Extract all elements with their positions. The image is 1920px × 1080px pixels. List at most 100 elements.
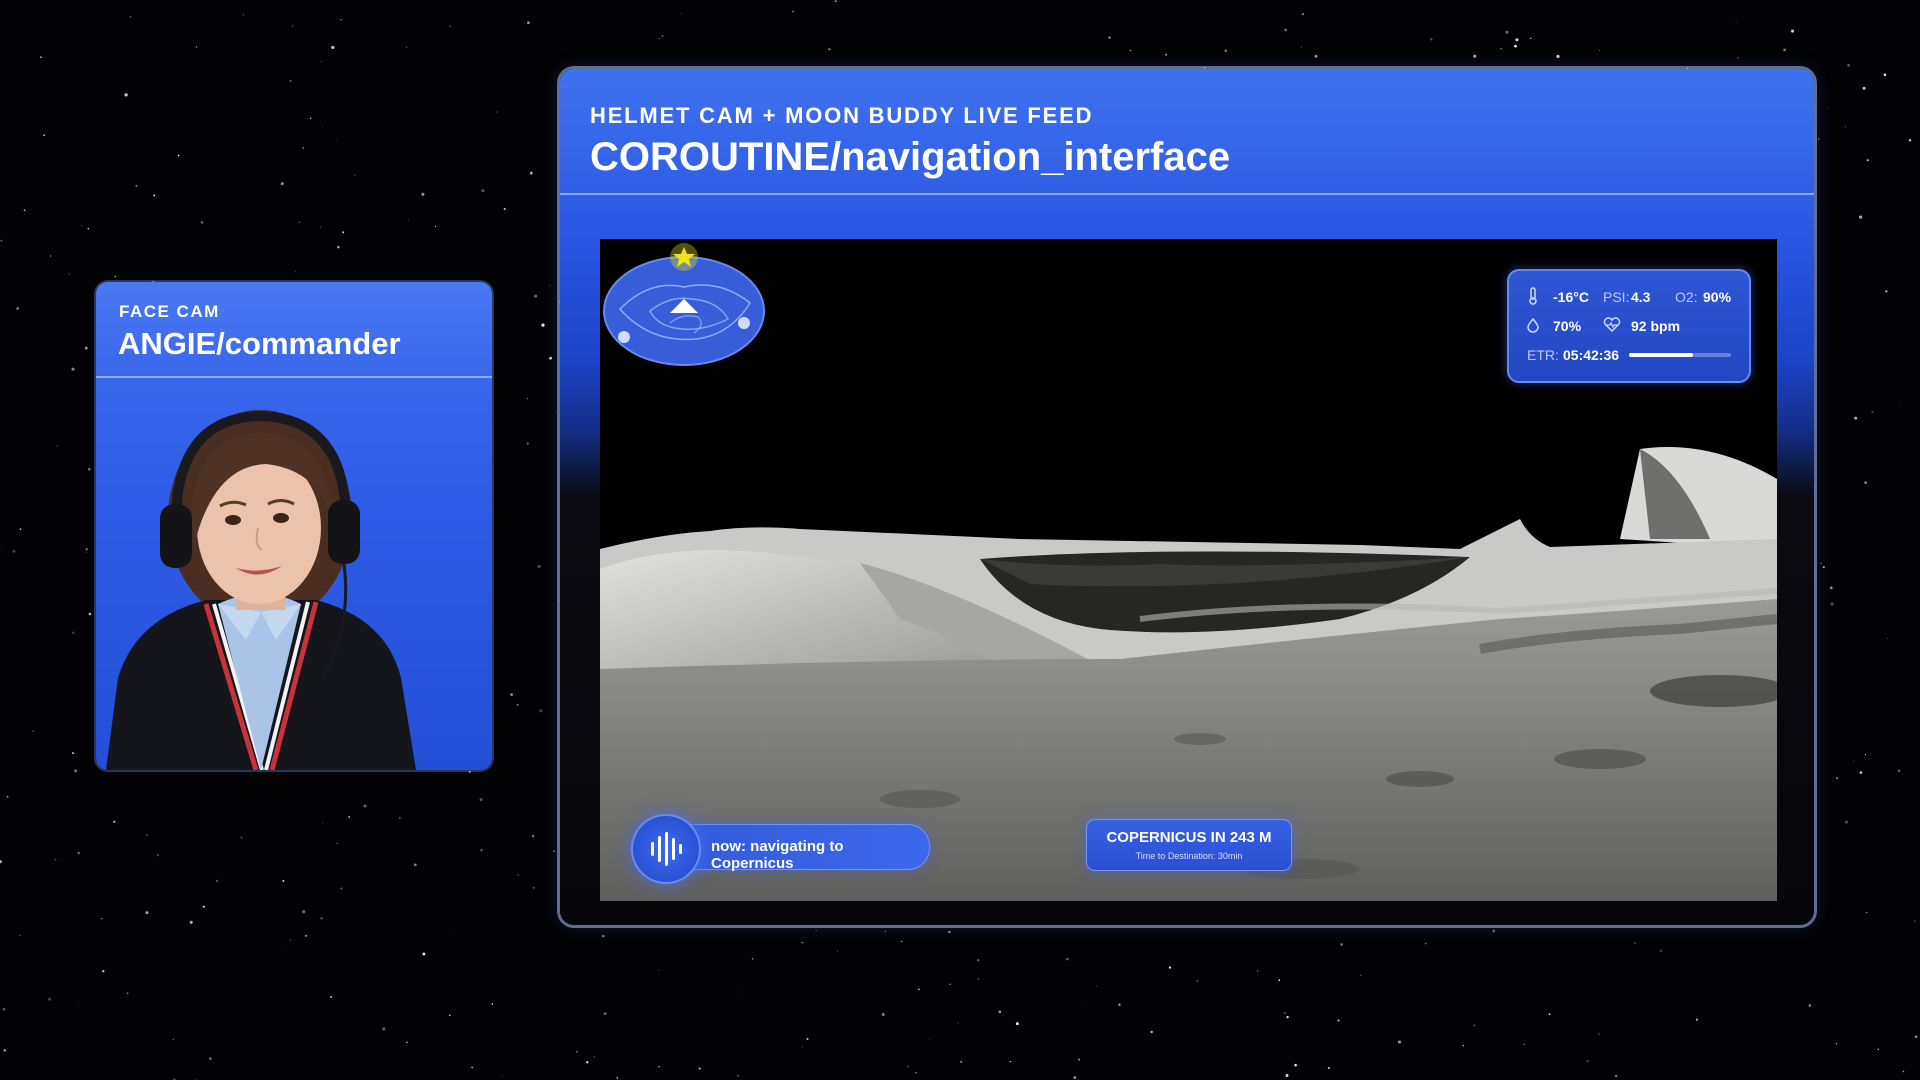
etr-progress-fill xyxy=(1629,353,1694,357)
star xyxy=(1327,1066,1330,1070)
voice-button[interactable] xyxy=(631,814,701,884)
star xyxy=(1902,1070,1905,1073)
star xyxy=(72,631,75,634)
star xyxy=(322,125,323,126)
star xyxy=(531,835,535,838)
star xyxy=(1866,911,1868,914)
star xyxy=(240,836,243,839)
star xyxy=(537,564,541,568)
star xyxy=(526,398,528,400)
star xyxy=(1118,1003,1121,1006)
heart-rate-value: 92 bpm xyxy=(1631,318,1681,334)
star xyxy=(337,245,340,249)
star xyxy=(77,851,80,855)
star xyxy=(593,1055,596,1058)
star xyxy=(1168,966,1172,969)
star xyxy=(146,834,148,837)
star xyxy=(292,25,294,27)
star xyxy=(189,920,193,924)
star xyxy=(422,952,426,956)
star xyxy=(124,93,128,97)
star xyxy=(1009,1060,1012,1063)
star xyxy=(172,1038,174,1040)
star xyxy=(1859,771,1863,774)
star xyxy=(539,709,543,713)
star xyxy=(918,988,920,991)
star xyxy=(1337,1019,1340,1022)
star xyxy=(50,255,51,257)
star xyxy=(1129,49,1132,52)
star xyxy=(1492,929,1496,933)
star xyxy=(481,189,485,193)
star xyxy=(681,12,682,14)
star xyxy=(1844,820,1849,824)
star xyxy=(948,930,951,934)
star xyxy=(1853,760,1855,762)
star xyxy=(1737,56,1739,59)
star xyxy=(1165,53,1168,56)
star xyxy=(449,25,451,27)
star xyxy=(928,1039,930,1040)
star xyxy=(998,1010,1002,1014)
star xyxy=(658,1066,660,1068)
o2-label: O2: xyxy=(1675,289,1698,305)
star xyxy=(603,1012,607,1016)
star xyxy=(1066,957,1069,961)
star xyxy=(3,1049,6,1052)
star xyxy=(289,80,292,82)
minimap[interactable] xyxy=(600,239,776,369)
star xyxy=(342,231,345,234)
star xyxy=(177,154,180,157)
star xyxy=(1073,1076,1077,1079)
star xyxy=(1659,949,1663,952)
star xyxy=(16,307,20,310)
star xyxy=(801,941,804,944)
star xyxy=(1278,979,1281,982)
star xyxy=(1830,586,1833,590)
star xyxy=(54,858,57,861)
face-cam-panel: FACE CAM ANGIE/commander xyxy=(96,282,492,770)
star xyxy=(1886,637,1888,639)
star xyxy=(549,356,552,360)
etr-value: 05:42:36 xyxy=(1563,347,1620,363)
star xyxy=(1430,38,1433,41)
star xyxy=(1286,1015,1289,1019)
star xyxy=(1586,1060,1589,1062)
star xyxy=(56,445,58,447)
star xyxy=(126,992,129,995)
star xyxy=(406,46,407,48)
star xyxy=(280,182,284,186)
destination-pill: COPERNICUS IN 243 M Time to Destination:… xyxy=(1086,819,1292,871)
audio-wave-icon xyxy=(651,832,682,866)
star xyxy=(421,192,425,196)
star xyxy=(802,1046,803,1048)
star xyxy=(1300,46,1302,48)
star xyxy=(1877,1048,1880,1051)
star xyxy=(1790,29,1795,33)
star xyxy=(1556,54,1560,58)
face-cam-tag: FACE CAM xyxy=(119,302,220,321)
star xyxy=(71,367,75,371)
thermometer-icon xyxy=(1529,287,1537,305)
star xyxy=(348,815,351,818)
star xyxy=(302,910,306,914)
humidity-value: 70% xyxy=(1553,318,1582,334)
star xyxy=(491,1003,494,1005)
star xyxy=(532,886,535,889)
star xyxy=(1256,970,1259,972)
star xyxy=(1523,1043,1525,1046)
star xyxy=(1530,37,1532,39)
star xyxy=(19,528,22,530)
star xyxy=(84,346,88,350)
star xyxy=(322,821,324,823)
star xyxy=(1015,1022,1019,1026)
live-feed-viewport: -16°C PSI: 4.3 O2: 90% 70% 92 bpm ETR: 0… xyxy=(600,239,1777,901)
star xyxy=(23,209,26,211)
star xyxy=(516,703,519,706)
star xyxy=(1598,1033,1600,1035)
star xyxy=(1224,49,1228,52)
star xyxy=(1783,48,1787,52)
star xyxy=(43,134,46,137)
star xyxy=(881,1013,885,1016)
star xyxy=(320,916,323,920)
